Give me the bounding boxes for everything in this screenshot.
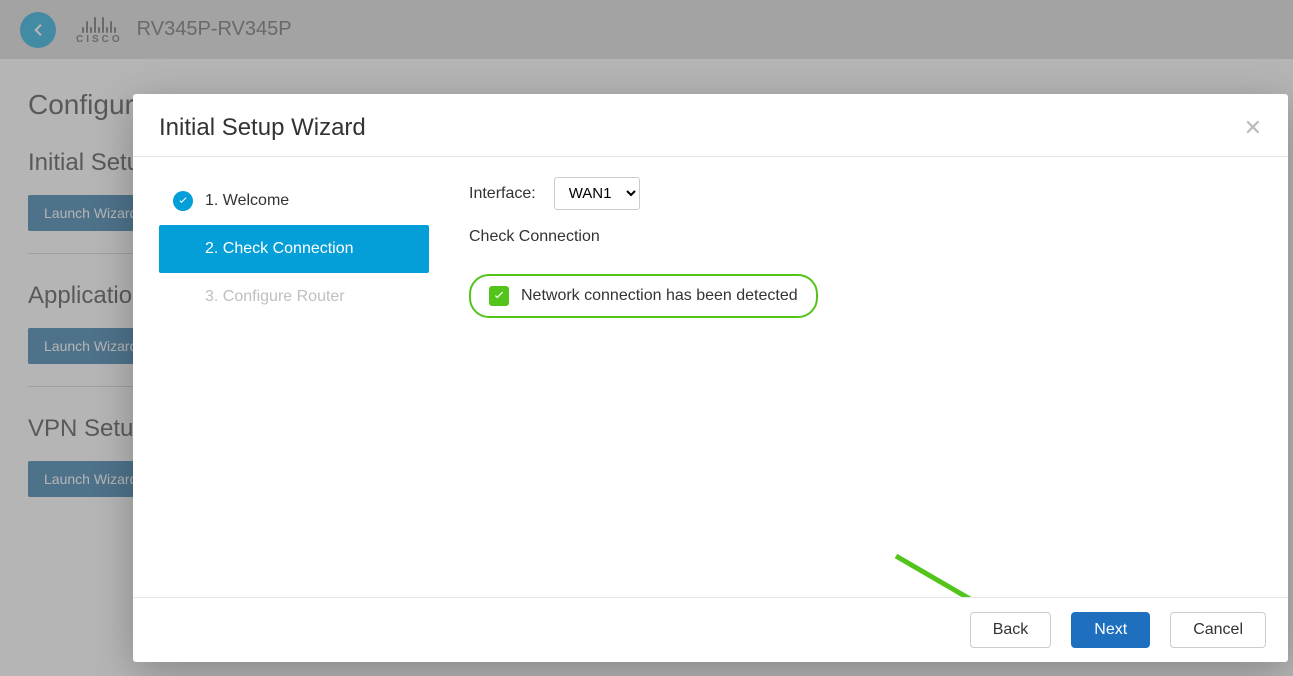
connection-status-text: Network connection has been detected [521,287,798,305]
check-icon [489,286,509,306]
modal-header: Initial Setup Wizard ✕ [133,94,1288,157]
modal-footer: Back Next Cancel [133,597,1288,662]
check-circle-icon [173,191,193,211]
connection-status-box: Network connection has been detected [469,274,818,318]
step-check-connection[interactable]: 2. Check Connection [159,225,429,273]
step-label: 3. Configure Router [205,288,345,306]
next-button[interactable]: Next [1071,612,1150,648]
initial-setup-wizard-modal: Initial Setup Wizard ✕ 1. Welcome 2. Che… [133,94,1288,662]
step-configure-router: 3. Configure Router [159,273,429,321]
interface-select[interactable]: WAN1 [554,177,640,210]
wizard-content: Interface: WAN1 Check Connection Network… [429,177,1288,597]
step-welcome[interactable]: 1. Welcome [159,177,429,225]
wizard-steps: 1. Welcome 2. Check Connection 3. Config… [159,177,429,597]
cancel-button[interactable]: Cancel [1170,612,1266,648]
interface-label: Interface: [469,185,536,203]
modal-body: 1. Welcome 2. Check Connection 3. Config… [133,157,1288,597]
step-label: 2. Check Connection [205,240,354,258]
close-icon[interactable]: ✕ [1244,117,1262,139]
step-label: 1. Welcome [205,192,289,210]
modal-title: Initial Setup Wizard [159,114,366,142]
check-connection-label: Check Connection [469,228,600,246]
back-button[interactable]: Back [970,612,1052,648]
